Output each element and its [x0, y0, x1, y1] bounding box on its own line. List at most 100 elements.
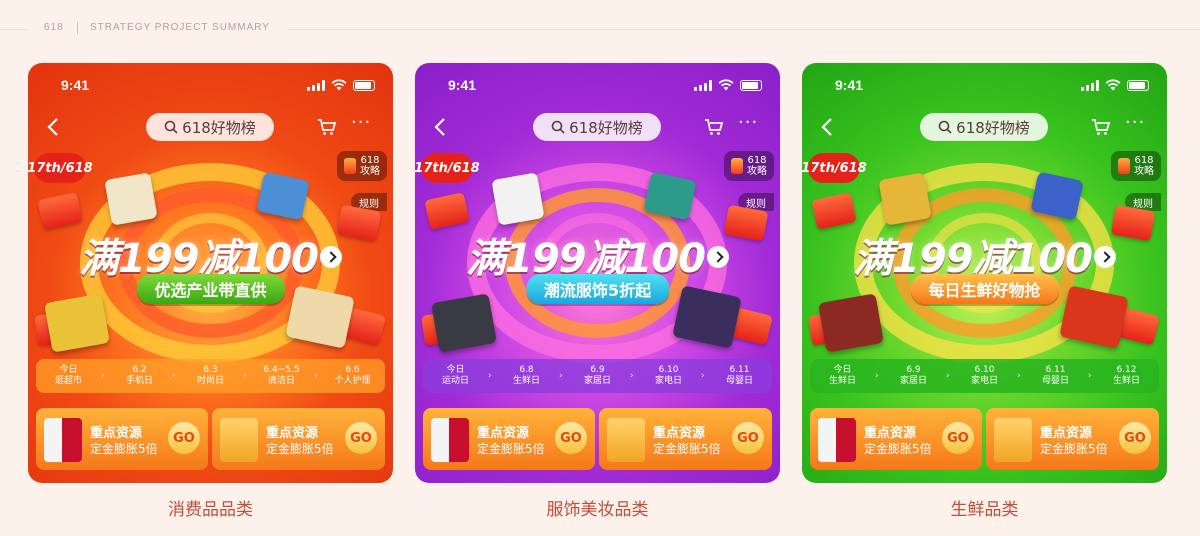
resource-subtitle: 定金膨胀5倍 [653, 442, 721, 456]
schedule-theme: 逛超市 [54, 376, 82, 386]
schedule-theme: 家电日 [970, 376, 998, 386]
schedule-date: 今日 [59, 365, 78, 375]
signal-icon [1081, 79, 1099, 91]
search-box[interactable]: 618好物榜 [920, 113, 1048, 141]
more-icon[interactable]: ··· [351, 114, 371, 133]
battery-icon [740, 79, 762, 91]
guide-label: 618 攻略 [747, 155, 767, 177]
schedule-theme: 生鲜日 [828, 376, 856, 386]
search-box[interactable]: 618好物榜 [533, 113, 661, 141]
resource-card[interactable]: 重点资源 定金膨胀5倍 GO [599, 408, 772, 470]
signal-icon [307, 79, 325, 91]
guide-button[interactable]: 618 攻略 [1111, 151, 1161, 181]
schedule-day[interactable]: 今日 生鲜日 [810, 365, 875, 387]
resource-product-image [818, 418, 856, 462]
schedule-date: 6.9 [590, 365, 605, 375]
header-section-title: STRATEGY PROJECT SUMMARY [90, 22, 270, 33]
status-icons [694, 79, 762, 91]
more-icon[interactable]: ··· [1125, 114, 1145, 133]
product-image[interactable] [818, 293, 884, 353]
chevron-right-icon: › [630, 371, 634, 381]
resource-title: 重点资源 [864, 426, 917, 441]
product-image[interactable] [44, 293, 110, 353]
schedule-day[interactable]: 6.6 个人护理 [320, 365, 385, 387]
schedule-date: 6.6 [345, 365, 360, 375]
schedule-day[interactable]: 6.8 生鲜日 [494, 365, 559, 387]
back-arrow-icon[interactable] [820, 117, 834, 137]
schedule-theme: 时尚日 [196, 376, 224, 386]
schedule-bar: 今日 生鲜日 › 6.9 家居日 › 6.10 家电日 › 6.11 母婴日 › 6.12 生鲜日 [810, 359, 1159, 393]
schedule-day[interactable]: 今日 逛超市 [36, 365, 101, 387]
schedule-theme: 清洁日 [267, 376, 295, 386]
guide-button[interactable]: 618 攻略 [337, 151, 387, 181]
schedule-day[interactable]: 6.11 母婴日 [707, 365, 772, 387]
product-image[interactable] [431, 293, 497, 353]
schedule-theme: 生鲜日 [512, 376, 540, 386]
resource-coupon-image [220, 418, 258, 462]
go-button[interactable]: GO [942, 422, 974, 454]
schedule-day[interactable]: 6.10 家电日 [636, 365, 701, 387]
back-arrow-icon[interactable] [46, 117, 60, 137]
go-button[interactable]: GO [732, 422, 764, 454]
schedule-day[interactable]: 6.9 家居日 [881, 365, 946, 387]
schedule-day[interactable]: 6.9 家居日 [565, 365, 630, 387]
schedule-day[interactable]: 6.2 手机日 [107, 365, 172, 387]
schedule-day[interactable]: 6.11 母婴日 [1023, 365, 1088, 387]
schedule-day[interactable]: 6.3 时尚日 [178, 365, 243, 387]
event-badge: 17th/618 [28, 153, 93, 183]
product-image[interactable] [878, 172, 932, 226]
schedule-day[interactable]: 今日 运动日 [423, 365, 488, 387]
nav-bar: 618好物榜 ··· [802, 111, 1167, 145]
search-text: 618好物榜 [956, 118, 1030, 137]
promo-subtitle[interactable]: 潮流服饰5折起 [525, 274, 670, 304]
promo-subtitle[interactable]: 优选产业带直供 [136, 274, 285, 304]
signal-icon [694, 79, 712, 91]
header-rule-left [0, 29, 30, 30]
resource-card[interactable]: 重点资源 定金膨胀5倍 GO [36, 408, 208, 470]
back-arrow-icon[interactable] [433, 117, 447, 137]
schedule-theme: 家居日 [899, 376, 927, 386]
more-icon[interactable]: ··· [738, 114, 758, 133]
category-caption: 服饰美妆品类 [546, 500, 649, 520]
chevron-right-icon [1094, 246, 1116, 268]
resource-card[interactable]: 重点资源 定金膨胀5倍 GO [986, 408, 1159, 470]
schedule-date: 6.11 [729, 365, 750, 375]
phone-screen: 9:41 618好物榜 ··· 17th/618 618 攻略 规则 满199减… [415, 63, 780, 483]
cart-icon[interactable] [1091, 118, 1111, 136]
battery-icon [353, 79, 375, 91]
go-button[interactable]: GO [1119, 422, 1151, 454]
resource-title: 重点资源 [90, 426, 143, 441]
header: 618 STRATEGY PROJECT SUMMARY [0, 0, 1200, 60]
resource-title: 重点资源 [653, 426, 706, 441]
schedule-theme: 手机日 [125, 376, 153, 386]
schedule-day[interactable]: 6.4~5.5 清洁日 [249, 365, 314, 387]
guide-book-icon [731, 158, 743, 174]
promo-subtitle[interactable]: 每日生鲜好物抢 [910, 274, 1059, 304]
go-button[interactable]: GO [345, 422, 377, 454]
resource-card[interactable]: 重点资源 定金膨胀5倍 GO [810, 408, 982, 470]
schedule-theme: 家居日 [583, 376, 611, 386]
go-button[interactable]: GO [555, 422, 587, 454]
resource-coupon-image [607, 418, 645, 462]
search-box[interactable]: 618好物榜 [146, 113, 274, 141]
header-separator [77, 22, 78, 34]
schedule-day[interactable]: 6.10 家电日 [952, 365, 1017, 387]
cart-icon[interactable] [704, 118, 724, 136]
battery-icon [1127, 79, 1149, 91]
schedule-day[interactable]: 6.12 生鲜日 [1094, 365, 1159, 387]
category-caption: 消费品品类 [168, 500, 253, 520]
chevron-right-icon [320, 246, 342, 268]
resource-card[interactable]: 重点资源 定金膨胀5倍 GO [423, 408, 595, 470]
schedule-date: 今日 [446, 365, 465, 375]
schedule-date: 6.4~5.5 [263, 365, 300, 375]
product-image[interactable] [491, 172, 545, 226]
guide-label: 618 攻略 [1134, 155, 1154, 177]
go-button[interactable]: GO [168, 422, 200, 454]
resource-card[interactable]: 重点资源 定金膨胀5倍 GO [212, 408, 385, 470]
cart-icon[interactable] [317, 118, 337, 136]
event-badge: 17th/618 [415, 153, 480, 183]
product-image[interactable] [104, 172, 158, 226]
guide-button[interactable]: 618 攻略 [724, 151, 774, 181]
chevron-right-icon: › [701, 371, 705, 381]
resource-product-image [44, 418, 82, 462]
